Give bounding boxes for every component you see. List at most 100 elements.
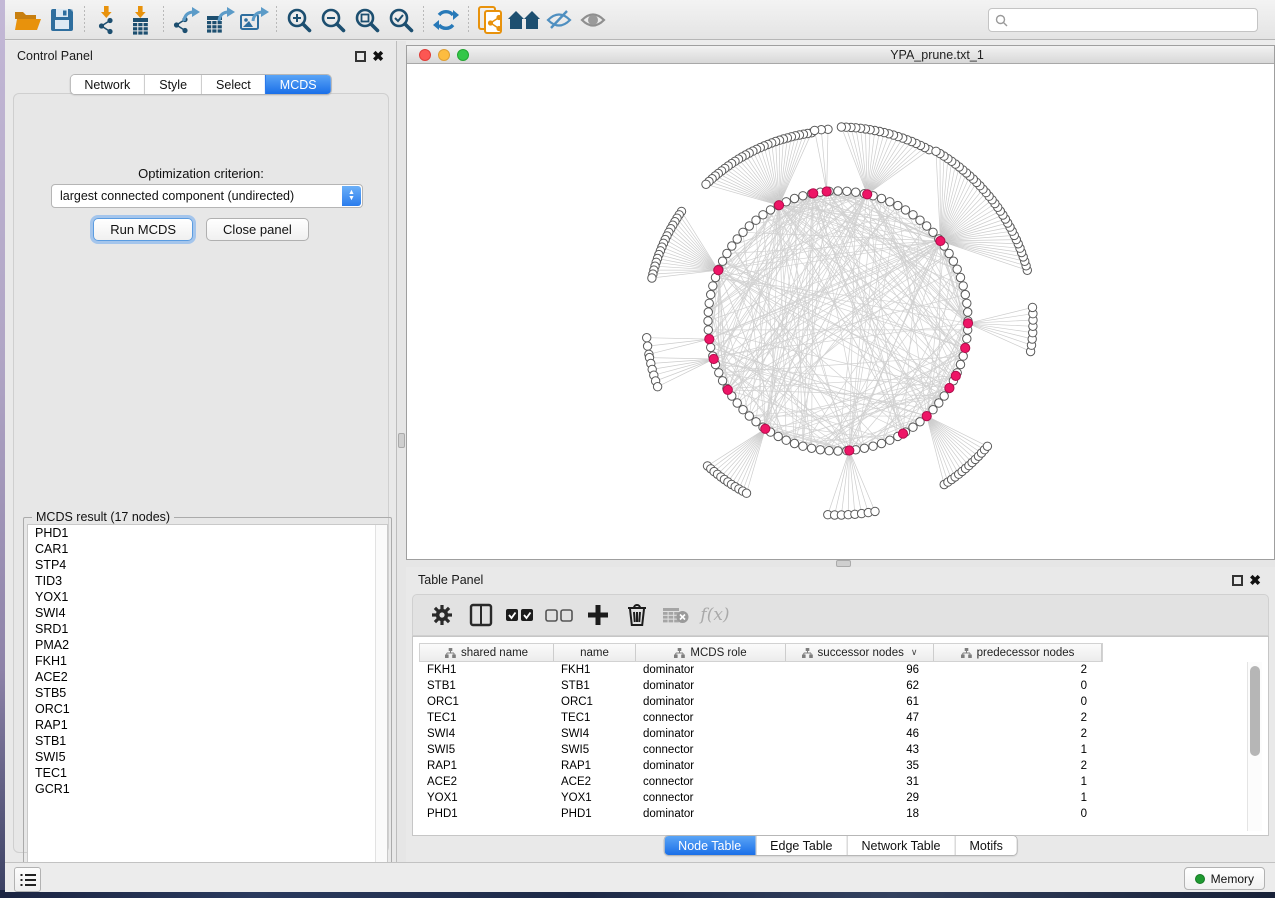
mcds-result-item[interactable]: SRD1 bbox=[28, 621, 387, 637]
table-cell: dominator bbox=[635, 726, 785, 742]
mcds-result-list[interactable]: PHD1CAR1STP4TID3YOX1SWI4SRD1PMA2FKH1ACE2… bbox=[27, 524, 388, 885]
table-scrollbar-thumb[interactable] bbox=[1250, 666, 1260, 756]
nested-networks-button[interactable] bbox=[508, 4, 542, 36]
mcds-result-item[interactable]: GCR1 bbox=[28, 781, 387, 797]
table-row[interactable]: FKH1FKH1dominator962 bbox=[419, 662, 1241, 678]
column-header-label: name bbox=[580, 647, 609, 659]
export-image-button[interactable] bbox=[237, 4, 271, 36]
table-cell: SWI4 bbox=[419, 726, 553, 742]
window-zoom-icon[interactable] bbox=[457, 49, 469, 61]
mcds-result-item[interactable]: STP4 bbox=[28, 557, 387, 573]
export-network-button[interactable] bbox=[169, 4, 203, 36]
horizontal-splitter-handle[interactable] bbox=[836, 560, 851, 567]
table-cell: 61 bbox=[785, 694, 933, 710]
refresh-view-button[interactable] bbox=[429, 4, 463, 36]
mcds-result-item[interactable]: PHD1 bbox=[28, 525, 387, 541]
vertical-splitter[interactable] bbox=[397, 41, 406, 862]
checkbox-checked-pair-button[interactable] bbox=[505, 600, 535, 630]
table-row[interactable]: SWI5SWI5connector431 bbox=[419, 742, 1241, 758]
table-row[interactable]: YOX1YOX1connector291 bbox=[419, 790, 1241, 806]
mcds-result-item[interactable]: STB5 bbox=[28, 685, 387, 701]
network-from-document-button[interactable] bbox=[474, 4, 508, 36]
table-row[interactable]: SWI4SWI4dominator462 bbox=[419, 726, 1241, 742]
column-header-name[interactable]: name bbox=[554, 644, 636, 661]
mcds-result-item[interactable]: TID3 bbox=[28, 573, 387, 589]
plus-button[interactable] bbox=[583, 600, 613, 630]
trash-button[interactable] bbox=[622, 600, 652, 630]
tab-motifs[interactable]: Motifs bbox=[954, 836, 1016, 855]
function-icon: f(x) bbox=[700, 605, 729, 625]
zoom-out-button[interactable] bbox=[316, 4, 350, 36]
table-row[interactable]: TEC1TEC1connector472 bbox=[419, 710, 1241, 726]
tab-edge-table[interactable]: Edge Table bbox=[755, 836, 846, 855]
criterion-dropdown[interactable]: largest connected component (undirected)… bbox=[51, 184, 363, 208]
tab-node-table[interactable]: Node Table bbox=[664, 836, 755, 855]
column-header-MCDS-role[interactable]: MCDS role bbox=[636, 644, 786, 661]
table-row[interactable]: ORC1ORC1dominator610 bbox=[419, 694, 1241, 710]
import-table-button[interactable] bbox=[124, 4, 158, 36]
show-hidden-button[interactable] bbox=[576, 4, 610, 36]
column-header-shared-name[interactable]: shared name bbox=[420, 644, 554, 661]
network-graph[interactable] bbox=[407, 64, 1274, 559]
mcds-list-scrollbar[interactable] bbox=[375, 525, 387, 884]
columns-button[interactable] bbox=[466, 600, 496, 630]
save-session-button[interactable] bbox=[45, 4, 79, 36]
zoom-in-button[interactable] bbox=[282, 4, 316, 36]
window-minimize-icon[interactable] bbox=[438, 49, 450, 61]
task-history-button[interactable] bbox=[14, 867, 41, 892]
zoom-fit-button[interactable] bbox=[350, 4, 384, 36]
table-header-row: shared name name MCDS rolesuccessor nodes∨… bbox=[419, 643, 1103, 662]
horizontal-splitter[interactable] bbox=[406, 560, 1275, 567]
hide-selected-button[interactable] bbox=[542, 4, 576, 36]
table-scrollbar[interactable] bbox=[1247, 662, 1262, 831]
function-button: f(x) bbox=[700, 600, 730, 630]
mcds-result-item[interactable]: TEC1 bbox=[28, 765, 387, 781]
mcds-result-item[interactable]: RAP1 bbox=[28, 717, 387, 733]
tab-style[interactable]: Style bbox=[144, 75, 201, 94]
shared-column-icon bbox=[674, 648, 685, 658]
close-panel-button[interactable]: Close panel bbox=[206, 218, 309, 241]
float-panel-icon[interactable] bbox=[355, 51, 366, 62]
table-cell: connector bbox=[635, 742, 785, 758]
open-folder-button[interactable] bbox=[11, 4, 45, 36]
mcds-result-item[interactable]: CAR1 bbox=[28, 541, 387, 557]
tab-network-table[interactable]: Network Table bbox=[847, 836, 955, 855]
column-header-successor-nodes[interactable]: successor nodes∨ bbox=[786, 644, 934, 661]
float-table-panel-icon[interactable] bbox=[1232, 575, 1243, 586]
mcds-result-item[interactable]: ORC1 bbox=[28, 701, 387, 717]
run-mcds-button[interactable]: Run MCDS bbox=[93, 218, 193, 241]
search-input[interactable] bbox=[1013, 13, 1251, 27]
table-row[interactable]: RAP1RAP1dominator352 bbox=[419, 758, 1241, 774]
mcds-result-item[interactable]: SWI4 bbox=[28, 605, 387, 621]
export-table-button[interactable] bbox=[203, 4, 237, 36]
table-cell: TEC1 bbox=[553, 710, 635, 726]
table-cell: connector bbox=[635, 774, 785, 790]
mcds-result-item[interactable]: YOX1 bbox=[28, 589, 387, 605]
table-row[interactable]: ACE2ACE2connector311 bbox=[419, 774, 1241, 790]
import-network-button[interactable] bbox=[90, 4, 124, 36]
mcds-result-item[interactable]: ACE2 bbox=[28, 669, 387, 685]
network-canvas[interactable] bbox=[407, 64, 1274, 559]
checkbox-unchecked-pair-button[interactable] bbox=[544, 600, 574, 630]
mcds-result-item[interactable]: STB1 bbox=[28, 733, 387, 749]
toolbar-separator bbox=[276, 6, 277, 34]
tab-mcds[interactable]: MCDS bbox=[265, 75, 331, 94]
zoom-selected-button[interactable] bbox=[384, 4, 418, 36]
tab-network[interactable]: Network bbox=[70, 75, 144, 94]
network-window-titlebar[interactable]: YPA_prune.txt_1 bbox=[407, 46, 1274, 64]
tab-select[interactable]: Select bbox=[201, 75, 265, 94]
mcds-result-item[interactable]: FKH1 bbox=[28, 653, 387, 669]
gear-button[interactable] bbox=[427, 600, 457, 630]
column-header-predecessor-nodes[interactable]: predecessor nodes bbox=[934, 644, 1102, 661]
mcds-result-item[interactable]: PMA2 bbox=[28, 637, 387, 653]
mcds-result-item[interactable]: SWI5 bbox=[28, 749, 387, 765]
close-table-panel-icon[interactable]: ✖ bbox=[1249, 572, 1261, 589]
memory-button[interactable]: Memory bbox=[1184, 867, 1265, 890]
window-close-icon[interactable] bbox=[419, 49, 431, 61]
mcds-result-groupbox: MCDS result (17 nodes) PHD1CAR1STP4TID3Y… bbox=[23, 517, 392, 889]
search-box[interactable] bbox=[988, 8, 1258, 32]
table-row[interactable]: STB1STB1dominator620 bbox=[419, 678, 1241, 694]
close-panel-icon[interactable]: ✖ bbox=[372, 48, 384, 65]
table-row[interactable]: PHD1PHD1dominator180 bbox=[419, 806, 1241, 822]
vertical-splitter-handle[interactable] bbox=[398, 433, 405, 448]
